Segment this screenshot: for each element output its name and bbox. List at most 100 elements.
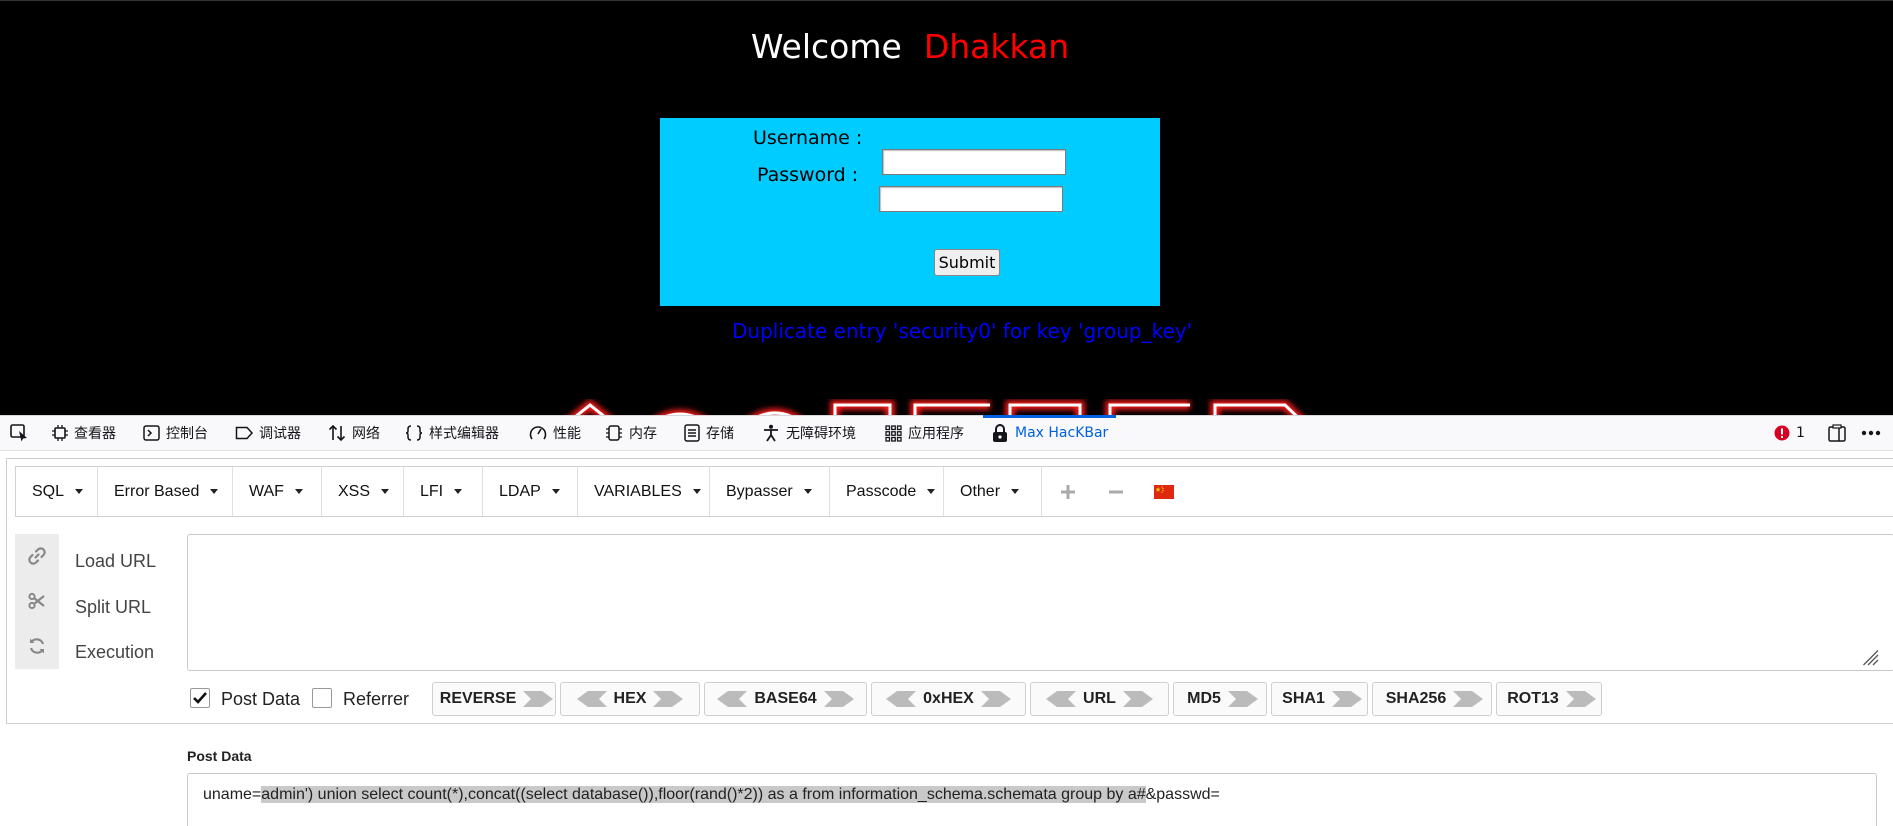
accessibility-icon (764, 424, 778, 442)
menu-label: VARIABLES (594, 482, 682, 500)
arrow-right-icon (1227, 690, 1259, 708)
hackbar-panel: SQL Error Based WAF XSS LFI LDAP VARIABL… (6, 458, 1893, 724)
execution-button[interactable]: Execution (75, 642, 195, 663)
error-count-button[interactable]: 1 (1774, 416, 1805, 450)
more-icon (1861, 430, 1881, 436)
caret-down-icon (803, 489, 812, 494)
encoder-hex[interactable]: HEX (560, 682, 700, 716)
dock-options-button[interactable] (1828, 416, 1852, 450)
password-input[interactable] (879, 186, 1063, 212)
encoder-label: SHA1 (1282, 690, 1325, 707)
encoder-sha1[interactable]: SHA1 (1271, 682, 1368, 716)
menu-sql[interactable]: SQL (16, 467, 98, 516)
menu-label: XSS (338, 482, 371, 500)
encoder-label: REVERSE (439, 690, 517, 707)
encoder-url[interactable]: URL (1030, 682, 1169, 716)
encoder-label: 0xHEX (923, 690, 974, 707)
menu-error-based[interactable]: Error Based (98, 467, 233, 516)
menu-passcode[interactable]: Passcode (830, 467, 944, 516)
arrow-right-icon (980, 690, 1012, 708)
refresh-icon (29, 638, 45, 654)
zoom-in-button[interactable] (1053, 467, 1083, 516)
caret-down-icon (294, 489, 303, 494)
split-url-icon-button[interactable] (15, 579, 59, 623)
minus-icon (1109, 490, 1123, 493)
encoder-base64[interactable]: BASE64 (704, 682, 867, 716)
tab-label: 网络 (352, 426, 380, 442)
tab-label: 内存 (629, 426, 657, 442)
tab-label: 样式编辑器 (429, 426, 499, 442)
tab-label: 应用程序 (908, 426, 964, 442)
element-picker-button[interactable] (10, 416, 36, 450)
devtools-toolbar: 查看器 控制台 调试器 网络 样式编辑器 性能 内存 存储 无障碍环境 应用程序… (0, 415, 1893, 451)
submit-button[interactable]: Submit (934, 249, 1000, 276)
tab-application[interactable]: 应用程序 (885, 416, 964, 450)
caret-down-icon (927, 489, 936, 494)
application-icon (885, 424, 902, 442)
menu-label: Bypasser (726, 482, 793, 500)
post-data-checkbox[interactable] (190, 688, 210, 708)
tab-performance[interactable]: 性能 (529, 416, 581, 450)
menu-bypasser[interactable]: Bypasser (710, 467, 830, 516)
language-button[interactable] (1149, 467, 1179, 516)
menu-lfi[interactable]: LFI (404, 467, 483, 516)
caret-down-icon (381, 489, 390, 494)
tab-storage[interactable]: 存储 (684, 416, 734, 450)
split-url-button[interactable]: Split URL (75, 597, 195, 618)
tab-label: Max HacKBar (1015, 425, 1109, 441)
encoder-rot13[interactable]: ROT13 (1496, 682, 1602, 716)
china-flag-icon (1154, 484, 1174, 499)
tab-accessibility[interactable]: 无障碍环境 (762, 416, 856, 450)
tab-debugger[interactable]: 调试器 (235, 416, 301, 450)
username-input[interactable] (882, 149, 1066, 175)
referrer-label: Referrer (343, 689, 410, 709)
execution-icon-button[interactable] (15, 624, 59, 668)
menu-ldap[interactable]: LDAP (483, 467, 578, 516)
arrow-right-icon (1122, 690, 1154, 708)
menu-other[interactable]: Other (944, 467, 1042, 516)
load-url-icon-button[interactable] (15, 534, 59, 578)
arrow-left-icon (576, 690, 608, 708)
caret-down-icon (210, 489, 219, 494)
encoder-md5[interactable]: MD5 (1173, 682, 1267, 716)
encoder-sha256[interactable]: SHA256 (1372, 682, 1492, 716)
encoder-0xhex[interactable]: 0xHEX (871, 682, 1026, 716)
more-options-button[interactable] (1861, 416, 1887, 450)
resize-grip-icon[interactable] (1863, 650, 1879, 666)
encoder-label: ROT13 (1507, 690, 1559, 707)
tab-network[interactable]: 网络 (328, 416, 380, 450)
scissors-icon (28, 592, 45, 610)
menu-waf[interactable]: WAF (233, 467, 322, 516)
zoom-out-button[interactable] (1101, 467, 1131, 516)
password-label: Password : (757, 164, 859, 186)
encoder-label: MD5 (1187, 690, 1221, 707)
encoder-label: SHA256 (1385, 690, 1447, 707)
error-icon (1774, 425, 1790, 441)
tab-style-editor[interactable]: 样式编辑器 (405, 416, 499, 450)
encoder-reverse[interactable]: REVERSE (432, 682, 556, 716)
welcome-text: Welcome (750, 27, 902, 66)
post-data-textarea[interactable]: uname=admin') union select count(*),conc… (187, 773, 1877, 826)
action-icons-column (15, 534, 59, 669)
tab-label: 控制台 (166, 426, 208, 442)
referrer-checkbox[interactable] (312, 688, 332, 708)
menu-xss[interactable]: XSS (322, 467, 404, 516)
tab-console[interactable]: 控制台 (143, 416, 208, 450)
arrow-right-icon (1331, 690, 1363, 708)
tab-inspector[interactable]: 查看器 (52, 416, 116, 450)
menu-label: LDAP (499, 482, 541, 500)
menu-label: WAF (249, 482, 284, 500)
tab-max-hackbar[interactable]: Max HacKBar (982, 415, 1117, 450)
banner-logo-partial (570, 399, 1302, 415)
link-icon (28, 547, 46, 565)
menu-variables[interactable]: VARIABLES (578, 467, 710, 516)
username-label: Username : (753, 127, 863, 149)
load-url-button[interactable]: Load URL (75, 551, 195, 572)
tab-memory[interactable]: 内存 (605, 416, 657, 450)
console-icon (143, 425, 160, 441)
encoder-label: BASE64 (754, 690, 817, 707)
element-picker-icon (10, 424, 27, 442)
tab-label: 查看器 (74, 426, 116, 442)
inspector-icon (52, 425, 68, 441)
url-textarea[interactable] (187, 534, 1893, 671)
